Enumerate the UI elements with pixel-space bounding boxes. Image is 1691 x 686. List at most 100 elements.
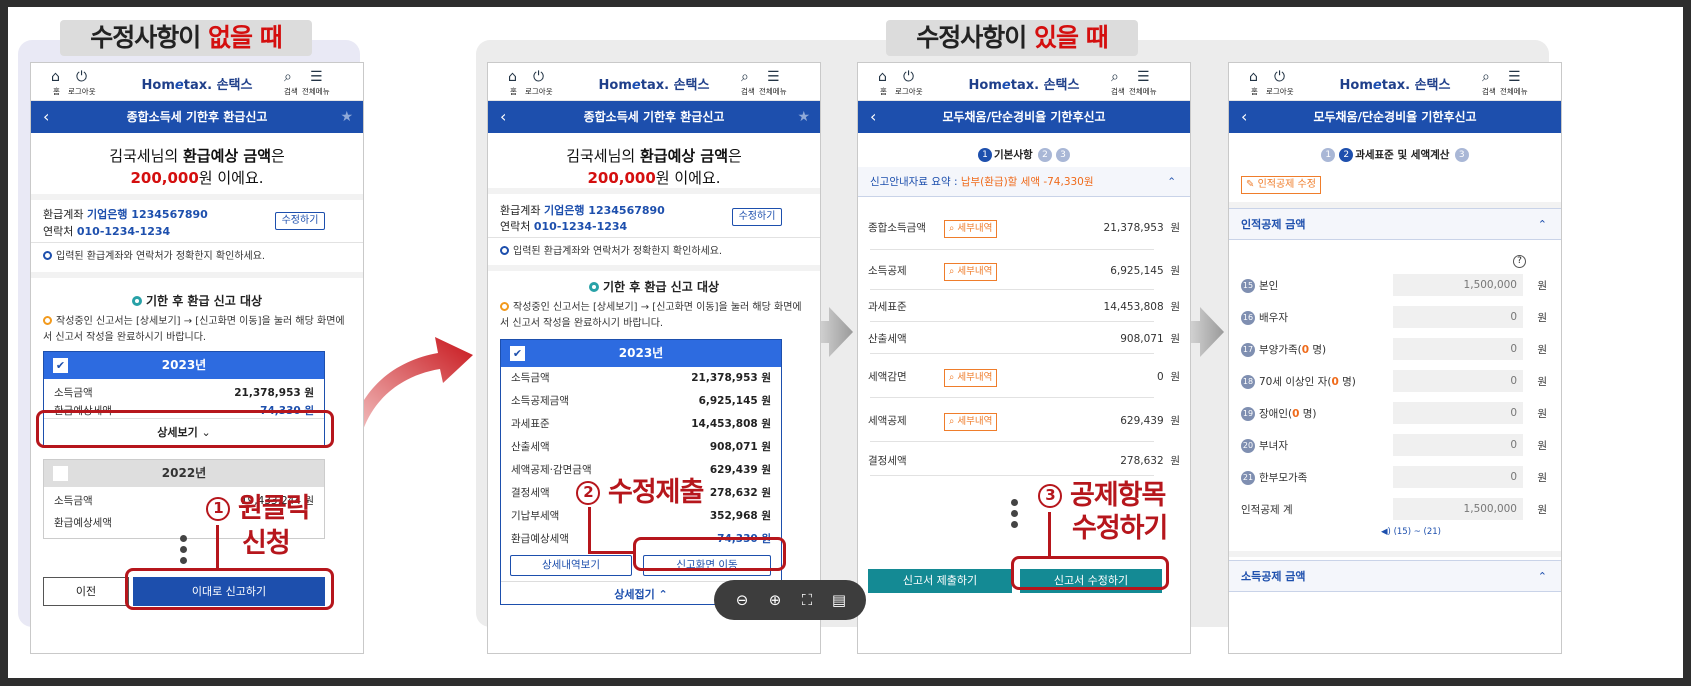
amount-field[interactable]: 1,500,000 [1393, 274, 1523, 296]
edit-account-button[interactable]: 수정하기 [275, 212, 325, 230]
search-label: 검색 [1111, 87, 1125, 96]
highlight-more-button [36, 410, 334, 448]
annotation-leader-2 [588, 507, 591, 553]
annotation-leader-1 [216, 525, 219, 569]
search-icon[interactable]: ⌕ [1482, 70, 1490, 84]
target-title: 기한 후 환급 신고 대상 [31, 292, 363, 309]
step-2: 2 [1339, 148, 1354, 162]
divider [1229, 551, 1561, 557]
table-row: 소득금액 21,378,953 원 [54, 387, 314, 399]
prev-button[interactable]: 이전 [43, 577, 129, 606]
check-note: 입력된 환급계좌와 연락처가 정확한지 확인하세요. [43, 249, 265, 265]
detail-button[interactable]: ⌕ 세부내역 [944, 413, 998, 431]
pencil-icon: ✎ [1246, 179, 1255, 190]
notes-icon[interactable]: ▤ [829, 590, 849, 610]
speaker-icon: ◀) [1381, 527, 1391, 537]
warning-icon [500, 302, 509, 311]
amount-field[interactable]: 0 [1393, 306, 1523, 328]
section-header-personal[interactable]: 인적공제 금액 ⌃ [1229, 208, 1561, 240]
checkbox-checked[interactable]: ✔ [510, 346, 525, 361]
fullscreen-icon[interactable]: ⛶ [797, 590, 817, 610]
page-title: 모두채움/단순경비율 기한후신고 [1313, 110, 1477, 124]
step-indicator: 1 기본사항 23 [858, 147, 1190, 162]
detail-history-button[interactable]: 상세내역보기 [510, 555, 632, 576]
search-label: 검색 [284, 87, 298, 96]
card-header: ✔ 2023년 [501, 340, 781, 367]
table-row: 산출세액 908,071 원 [511, 441, 771, 453]
deduction-row: 15 본인 1,500,000 원 [1241, 272, 1549, 300]
deduction-row: 16 배우자 0 원 [1241, 304, 1549, 332]
menu-icon[interactable]: ☰ [1508, 70, 1521, 84]
detail-button[interactable]: ⌕ 세부내역 [944, 369, 998, 387]
checkbox-checked[interactable]: ✔ [53, 358, 68, 373]
back-icon[interactable]: ‹ [500, 101, 506, 133]
star-icon[interactable]: ★ [340, 101, 353, 133]
divider [488, 237, 820, 238]
step-1: 1 [978, 148, 992, 162]
checkbox-unchecked[interactable] [53, 466, 68, 481]
amount-field[interactable]: 0 [1393, 434, 1523, 456]
amount-field[interactable]: 0 [1393, 402, 1523, 424]
back-icon[interactable]: ‹ [43, 101, 49, 133]
annotation-3: 3 공제항목 [1038, 480, 1166, 512]
contact-info: 연락처 010-1234-1234 [43, 225, 171, 238]
highlight-edit-form-button [1011, 556, 1169, 590]
annotation-3-line2: 수정하기 [1072, 513, 1168, 544]
top-bar: ⌂ 홈 ⏻ 로그아웃 Hometax. 손택스 ⌕ 검색 ☰ 전체메뉴 [31, 63, 363, 101]
divider [488, 265, 820, 271]
amount-field[interactable]: 0 [1393, 466, 1523, 488]
menu-label: 전체메뉴 [759, 87, 787, 96]
top-bar: ⌂ 홈 ⏻ 로그아웃 Hometax. 손택스 ⌕ 검색 ☰ 전체메뉴 [488, 63, 820, 101]
annotation-2: 2 수정제출 [576, 477, 704, 509]
target-note: 작성중인 신고서는 [상세보기] → [신고화면 이동]을 눌러 해당 화면에서… [43, 316, 345, 343]
more-dots-icon [1011, 499, 1019, 532]
step-2: 2 [1037, 148, 1052, 162]
info-icon [43, 251, 52, 260]
deduction-row: 18 70세 이상인 자(0 명) 0 원 [1241, 368, 1549, 396]
annotation-1: 1 원클릭 [206, 493, 311, 525]
page-header: ‹ 종합소득세 기한후 환급신고 ★ [488, 101, 820, 133]
menu-icon[interactable]: ☰ [1137, 70, 1150, 84]
total-field: 1,500,000 [1393, 498, 1523, 520]
menu-label: 전체메뉴 [1129, 87, 1157, 96]
refund-amount: 200,000원 이에요. [587, 169, 721, 187]
divider [870, 441, 1154, 442]
menu-icon[interactable]: ☰ [767, 70, 780, 84]
target-title: 기한 후 환급 신고 대상 [488, 278, 820, 295]
divider [870, 321, 1154, 322]
edit-deduction-button[interactable]: ✎ 인적공제 수정 [1241, 176, 1321, 194]
summary-bar[interactable]: 신고안내자료 요약 : 납부(환급)할 세액 -74,330원 ⌃ [858, 167, 1190, 197]
zoom-in-icon[interactable]: ⊕ [765, 590, 785, 610]
star-icon[interactable]: ★ [797, 101, 810, 133]
summary-row: 소득공제 ⌕ 세부내역 6,925,145 원 [868, 263, 1180, 281]
section-header-income[interactable]: 소득공제 금액 ⌃ [1229, 560, 1561, 592]
left-section-title: 수정사항이 없을 때 [60, 20, 312, 56]
zoom-out-icon[interactable]: ⊖ [732, 590, 752, 610]
amount-field[interactable]: 0 [1393, 338, 1523, 360]
detail-button[interactable]: ⌕ 세부내역 [944, 263, 998, 281]
chevron-up-icon: ⌃ [1167, 176, 1176, 188]
search-icon[interactable]: ⌕ [1111, 70, 1119, 84]
back-icon[interactable]: ‹ [1241, 101, 1247, 133]
chevron-up-icon: ⌃ [1537, 218, 1547, 231]
amount-field[interactable]: 0 [1393, 370, 1523, 392]
search-icon[interactable]: ⌕ [284, 70, 292, 84]
step-indicator: 1 2 과세표준 및 세액계산 3 [1229, 147, 1561, 162]
bullet-icon [588, 282, 599, 292]
summary-row: 과세표준 14,453,808 원 [868, 301, 1180, 313]
menu-label: 전체메뉴 [302, 87, 330, 96]
table-row: 과세표준 14,453,808 원 [511, 418, 771, 430]
edit-account-button[interactable]: 수정하기 [732, 208, 782, 226]
search-icon[interactable]: ⌕ [741, 70, 749, 84]
phone-screen-4: ⌂ 홈 ⏻ 로그아웃 Hometax. 손택스 ⌕ 검색 ☰ 전체메뉴 ‹ 모두… [1228, 62, 1562, 654]
refund-message: 김국세님의 환급예상 금액은 [109, 147, 285, 165]
deduction-row: 21 한부모가족 0 원 [1241, 464, 1549, 492]
image-viewer-toolbar: ⊖ ⊕ ⛶ ▤ [714, 580, 866, 620]
submit-form-button[interactable]: 신고서 제출하기 [868, 569, 1012, 593]
step-3: 3 [1055, 148, 1070, 162]
help-icon[interactable]: ? [1513, 255, 1526, 268]
detail-button[interactable]: ⌕ 세부내역 [944, 220, 998, 238]
menu-icon[interactable]: ☰ [310, 70, 323, 84]
back-icon[interactable]: ‹ [870, 101, 876, 133]
chevron-up-icon: ⌃ [1537, 570, 1547, 583]
